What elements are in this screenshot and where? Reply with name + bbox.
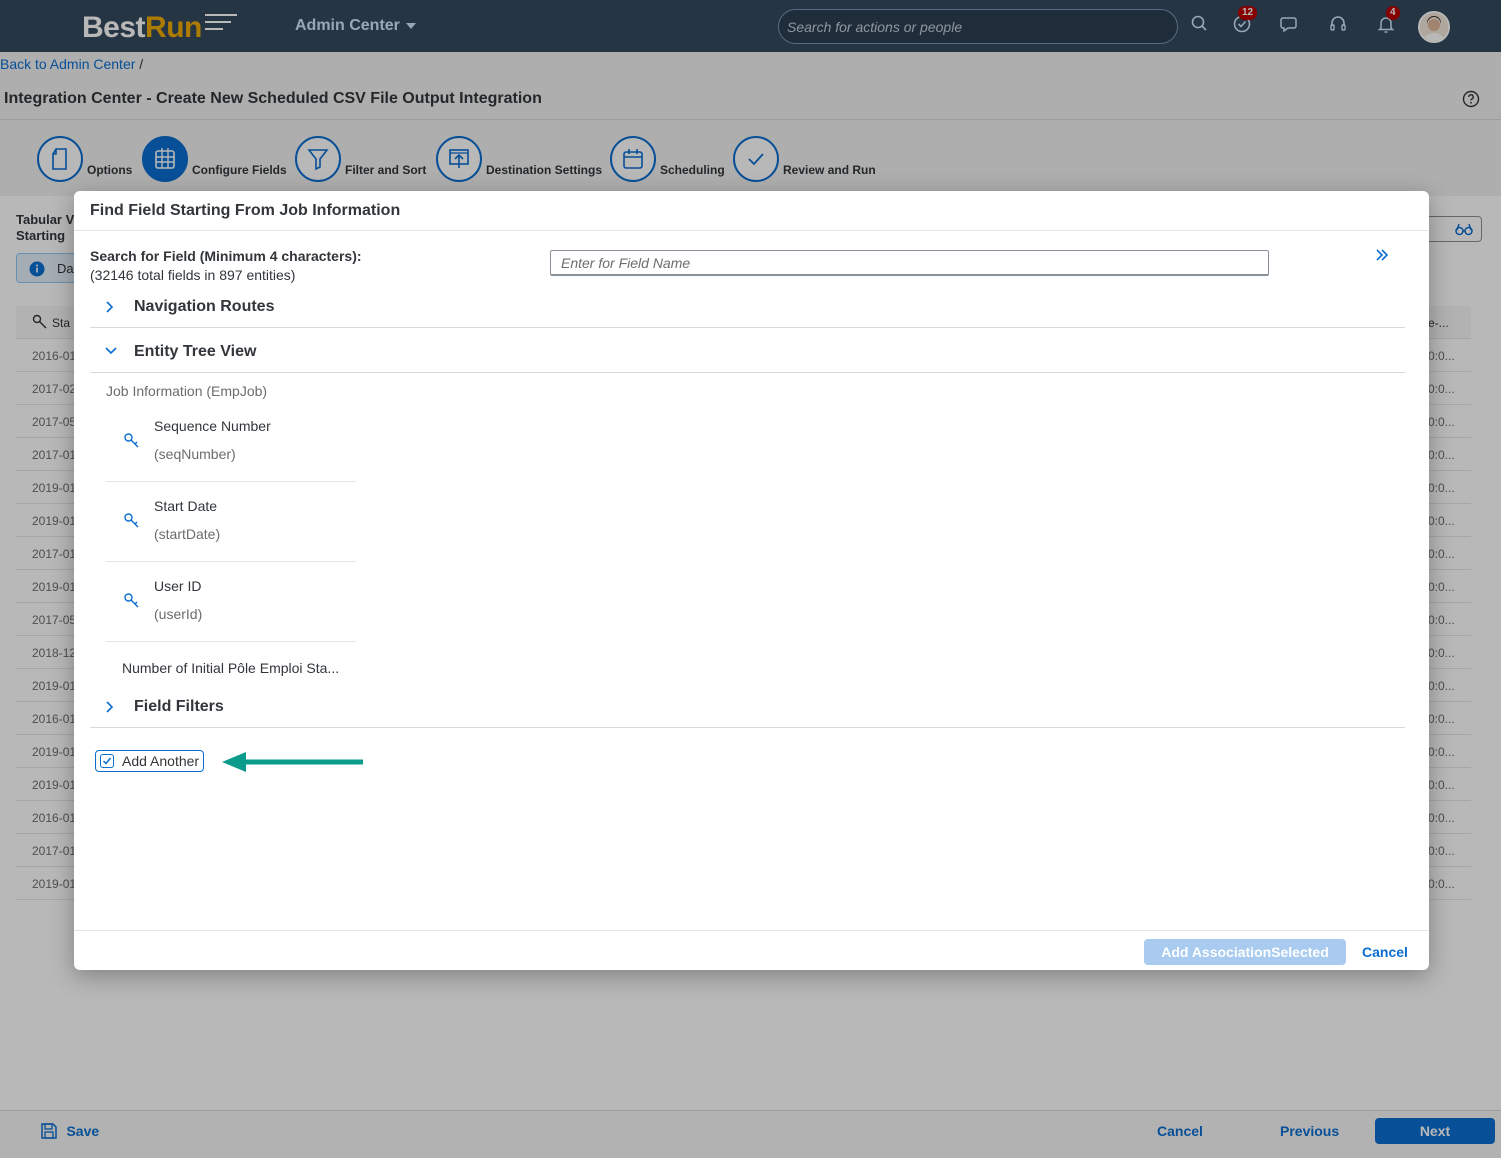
panel-divider xyxy=(90,727,1405,728)
field-filters-title: Field Filters xyxy=(134,698,224,715)
add-another-checkbox[interactable]: Add Another xyxy=(95,750,204,772)
field-name-input[interactable]: Enter for Field Name xyxy=(550,250,1269,276)
tree-item-start-date[interactable]: Start Date (startDate) xyxy=(106,482,356,562)
dialog-cancel-button[interactable]: Cancel xyxy=(1362,944,1408,960)
field-name-placeholder: Enter for Field Name xyxy=(561,255,691,271)
divider xyxy=(74,930,1429,931)
chevron-right-icon xyxy=(106,701,114,713)
chevron-right-icon xyxy=(106,301,114,313)
navigation-routes-title: Navigation Routes xyxy=(134,298,275,315)
double-chevron-right-icon[interactable] xyxy=(1374,247,1390,268)
field-filters-panel[interactable]: Field Filters xyxy=(90,688,1405,728)
tree-item-tech-name: (startDate) xyxy=(154,526,221,542)
field-search-stats: (32146 total fields in 897 entities) xyxy=(90,267,296,283)
tree-item-name: Sequence Number xyxy=(154,418,271,434)
key-icon xyxy=(124,513,139,528)
tree-item-truncated[interactable]: Number of Initial Pôle Emploi Sta... xyxy=(122,660,339,676)
annotation-arrow-icon xyxy=(222,752,363,772)
key-icon xyxy=(124,593,139,608)
entity-tree-view-title: Entity Tree View xyxy=(134,343,257,360)
navigation-routes-panel[interactable]: Navigation Routes xyxy=(90,288,1405,328)
key-icon xyxy=(124,433,139,448)
entity-tree-view-panel[interactable]: Entity Tree View xyxy=(90,333,1405,373)
tree-item-sequence-number[interactable]: Sequence Number (seqNumber) xyxy=(106,402,356,482)
tree-item-user-id[interactable]: User ID (userId) xyxy=(106,562,356,642)
divider xyxy=(74,230,1429,231)
add-selected-field-button[interactable]: Add AssociationSelected Field xyxy=(1144,939,1346,965)
tree-item-name: Start Date xyxy=(154,498,218,514)
field-search-instruction: Search for Field (Minimum 4 characters): xyxy=(90,248,362,264)
panel-divider xyxy=(90,372,1405,373)
find-field-dialog: Find Field Starting From Job Information… xyxy=(74,191,1429,970)
dialog-title: Find Field Starting From Job Information xyxy=(90,202,401,219)
tree-item-tech-name: (seqNumber) xyxy=(154,446,236,462)
tree-item-name: User ID xyxy=(154,578,202,594)
panel-divider xyxy=(90,327,1405,328)
tree-item-tech-name: (userId) xyxy=(154,606,203,622)
checkbox-checked-icon xyxy=(100,754,114,768)
add-another-label: Add Another xyxy=(122,753,200,769)
field-search-label: Search for Field (Minimum 4 characters):… xyxy=(90,247,362,285)
chevron-down-icon xyxy=(105,347,117,355)
tree-root-entity[interactable]: Job Information (EmpJob) xyxy=(106,383,267,399)
